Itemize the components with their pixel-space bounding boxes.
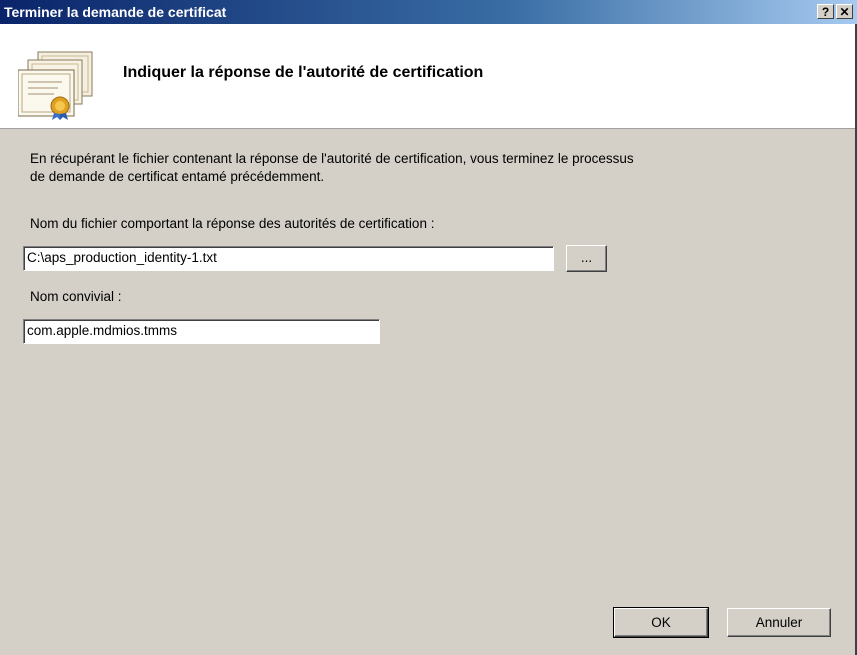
file-name-input[interactable]: C:\aps_production_identity-1.txt	[23, 246, 554, 271]
cancel-button[interactable]: Annuler	[727, 608, 831, 637]
wizard-header: Indiquer la réponse de l'autorité de cer…	[0, 24, 857, 129]
wizard-body: En récupérant le fichier contenant la ré…	[0, 129, 857, 655]
close-button[interactable]: ✕	[836, 4, 853, 19]
title-bar: Terminer la demande de certificat ? ✕	[0, 0, 857, 24]
file-name-label: Nom du fichier comportant la réponse des…	[30, 216, 435, 231]
ok-button[interactable]: OK	[613, 607, 709, 638]
friendly-name-label: Nom convivial :	[30, 289, 122, 304]
window-title: Terminer la demande de certificat	[4, 4, 227, 20]
description-line-1: En récupérant le fichier contenant la ré…	[30, 151, 634, 166]
page-heading: Indiquer la réponse de l'autorité de cer…	[123, 64, 484, 81]
description-line-2: de demande de certificat entamé précédem…	[30, 169, 325, 184]
help-button[interactable]: ?	[817, 4, 834, 19]
friendly-name-input[interactable]: com.apple.mdmios.tmms	[23, 319, 380, 344]
browse-button[interactable]: ...	[566, 245, 607, 272]
certificate-icon	[18, 51, 93, 120]
